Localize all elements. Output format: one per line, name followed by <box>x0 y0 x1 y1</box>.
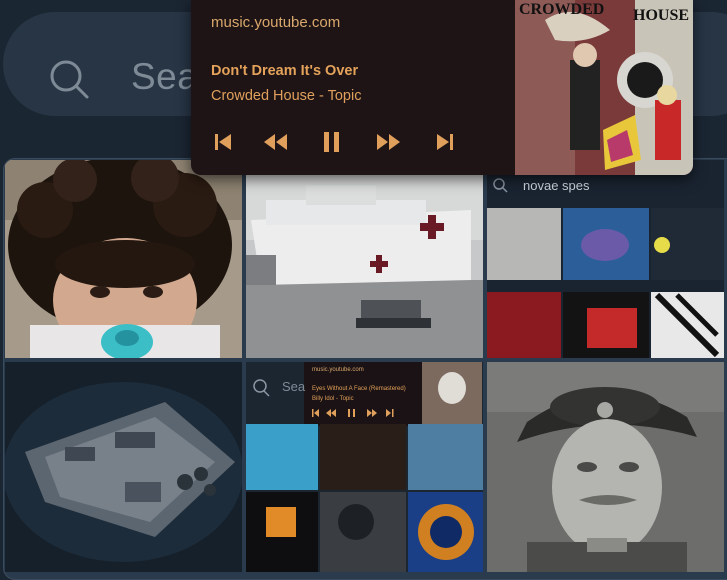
album-art: CROWDED HOUSE <box>515 0 693 175</box>
image-results-grid: novae spes Sea music.youtube.com Eyes Wi… <box>3 158 727 580</box>
image-tile-screenshot-collage[interactable]: novae spes <box>487 160 724 358</box>
album-art-crowded-text: CROWDED <box>519 1 604 18</box>
media-player-popup: music.youtube.com Don't Dream It's Over … <box>191 0 693 175</box>
player-controls <box>211 128 461 158</box>
player-artist: Crowded House - Topic <box>211 88 362 104</box>
rewind-icon[interactable] <box>261 128 291 156</box>
mini-player-site: music.youtube.com <box>312 367 364 373</box>
fast-forward-icon[interactable] <box>374 128 404 156</box>
mini-player-artist: Billy Idol - Topic <box>312 396 354 402</box>
skip-previous-icon[interactable] <box>211 128 241 156</box>
image-tile-toddler[interactable] <box>5 160 242 358</box>
image-tile-spaceship[interactable] <box>5 362 242 572</box>
search-input[interactable]: Sea <box>131 56 198 98</box>
pause-icon[interactable] <box>317 128 347 156</box>
mini-player-controls <box>312 409 394 417</box>
player-track-title: Don't Dream It's Over <box>211 63 359 79</box>
image-tile-mini-screenshot[interactable]: Sea music.youtube.com Eyes Without A Fac… <box>246 362 483 572</box>
search-icon <box>50 60 89 99</box>
screenshot-search-text: novae spes <box>523 178 590 193</box>
skip-next-icon[interactable] <box>429 128 459 156</box>
mini-search-text: Sea <box>282 379 306 394</box>
player-site-label: music.youtube.com <box>211 14 341 31</box>
image-tile-general-portrait[interactable] <box>487 362 724 572</box>
mini-player-track: Eyes Without A Face (Remastered) <box>312 386 406 392</box>
album-art-house-text: HOUSE <box>633 7 689 24</box>
image-tile-hospital-ship[interactable] <box>246 160 483 358</box>
